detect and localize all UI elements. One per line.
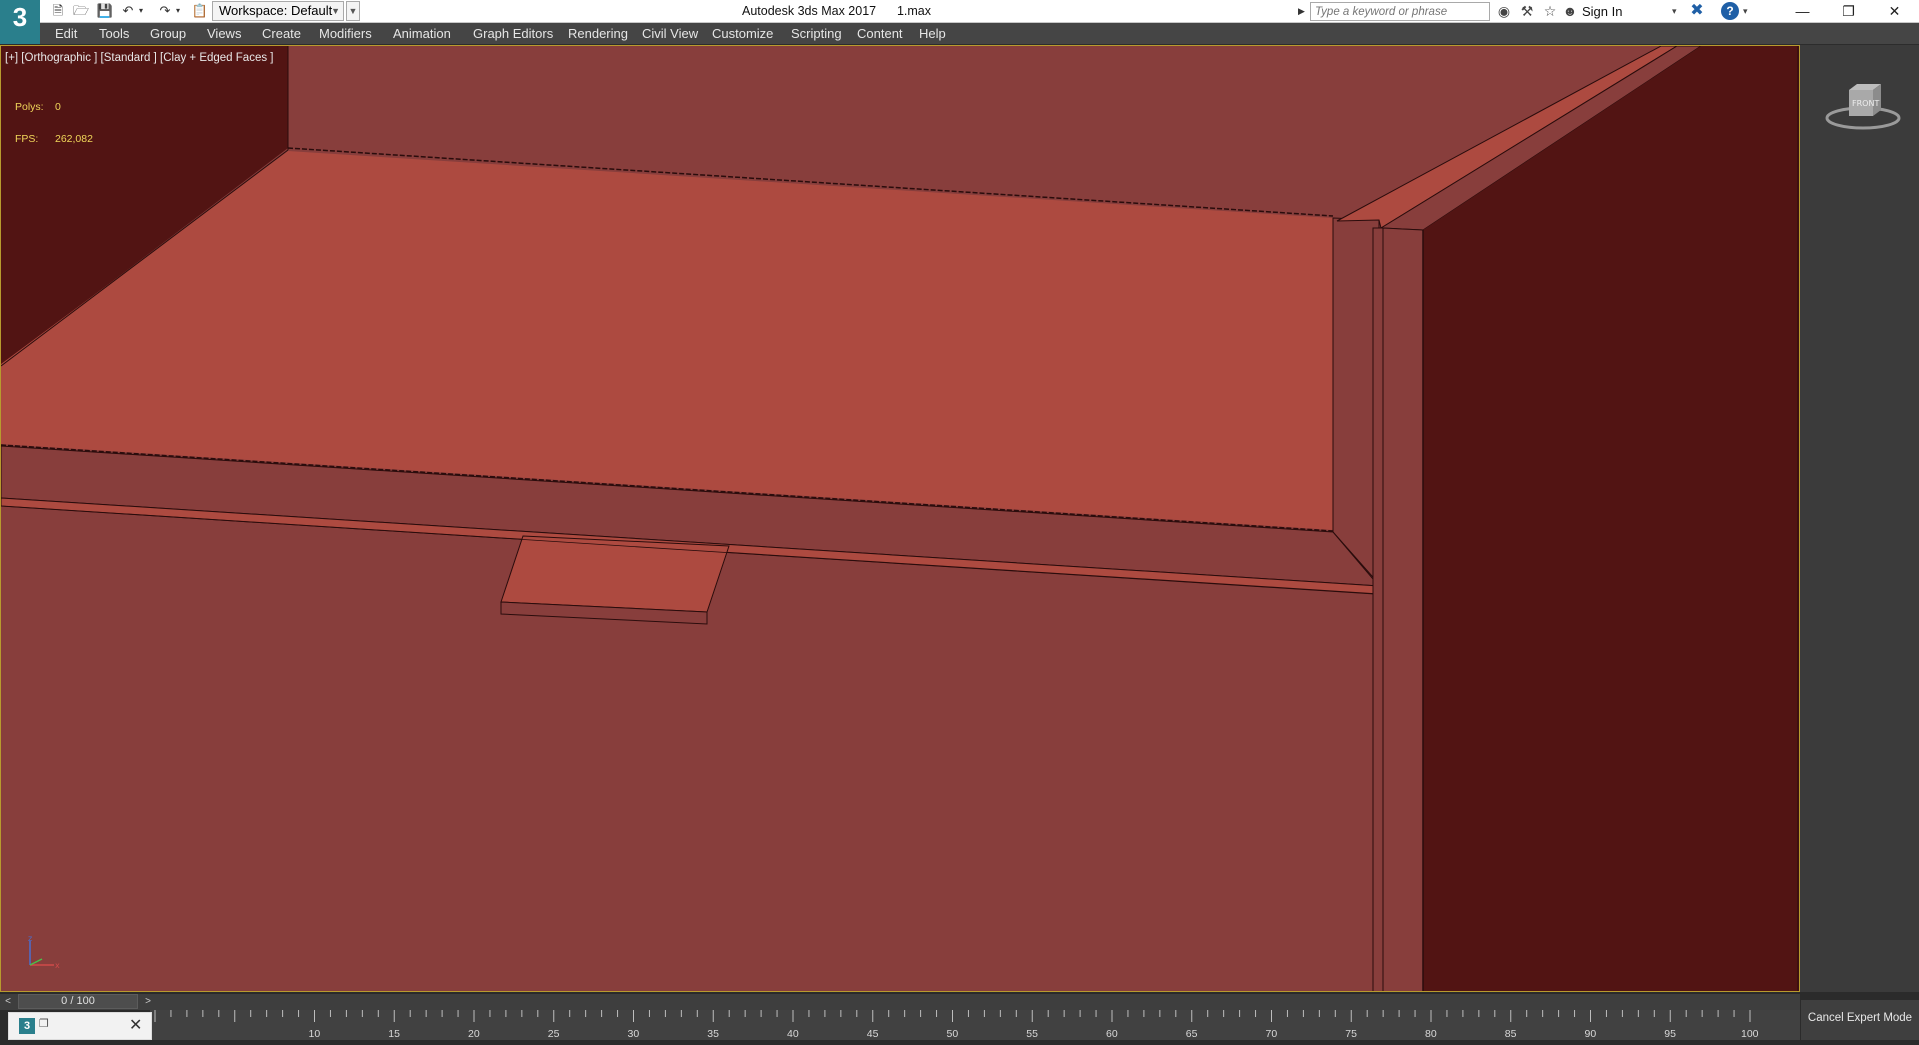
viewcube-icon[interactable]: FRONT <box>1825 78 1901 134</box>
restore-icon[interactable]: ❐ <box>39 1017 49 1030</box>
menu-rendering[interactable]: Rendering <box>568 23 628 45</box>
user-icon: ☻ <box>1562 3 1578 19</box>
timeline-tick-label: 50 <box>946 1028 959 1040</box>
chevron-down-icon[interactable]: ▾ <box>1672 0 1677 23</box>
tools-icon[interactable]: ⚒ <box>1517 2 1537 20</box>
menu-scripting[interactable]: Scripting <box>791 23 842 45</box>
menu-animation[interactable]: Animation <box>393 23 451 45</box>
timeline-tick-label: 20 <box>468 1028 480 1040</box>
time-slider-frame-label[interactable]: 0 / 100 <box>18 994 138 1009</box>
time-slider-prev-icon[interactable]: < <box>2 994 14 1009</box>
perspective-viewport[interactable] <box>0 45 1800 992</box>
new-file-icon[interactable]: 🗎 <box>48 2 68 20</box>
menu-content[interactable]: Content <box>857 23 903 45</box>
minimize-icon[interactable]: — <box>1780 0 1825 23</box>
timeline-tick-label: 10 <box>308 1028 321 1040</box>
close-icon[interactable]: ✕ <box>1872 0 1917 23</box>
menu-group[interactable]: Group <box>150 23 186 45</box>
timeline-tick-label: 65 <box>1185 1028 1198 1040</box>
menu-edit[interactable]: Edit <box>55 23 77 45</box>
timeline-tick-label: 55 <box>1026 1028 1038 1040</box>
restore-icon[interactable]: ❐ <box>1826 0 1871 23</box>
viewport-label[interactable]: [+] [Orthographic ] [Standard ] [Clay + … <box>5 52 273 64</box>
time-slider[interactable] <box>0 993 1800 1010</box>
timeline-tick-label: 25 <box>547 1028 560 1040</box>
axis-tripod-icon: z x <box>28 935 60 970</box>
menu-help[interactable]: Help <box>919 23 946 45</box>
menu-bar: Edit Tools Group Views Create Modifiers … <box>0 23 1919 45</box>
workspace-label: Workspace: Default <box>219 3 333 18</box>
menu-tools[interactable]: Tools <box>99 23 129 45</box>
menu-modifiers[interactable]: Modifiers <box>319 23 372 45</box>
timeline-tick-label: 80 <box>1425 1028 1437 1040</box>
project-folder-icon[interactable]: 📋 <box>190 2 210 20</box>
timeline-tick-label: 90 <box>1584 1028 1597 1040</box>
window-title: Autodesk 3ds Max 2017 1.max <box>742 4 931 18</box>
polys-label: Polys: <box>15 101 44 113</box>
svg-text:z: z <box>28 935 32 943</box>
timeline-tick-label: 75 <box>1345 1028 1357 1040</box>
scene-geometry <box>1 46 1799 991</box>
search-input[interactable] <box>1310 2 1490 21</box>
close-icon[interactable]: ✕ <box>129 1015 142 1035</box>
timeline-tick-label: 95 <box>1664 1028 1676 1040</box>
vertical-post <box>1372 227 1384 991</box>
menu-graph-editors[interactable]: Graph Editors <box>473 23 553 45</box>
taskbar-thumbnail[interactable]: 3 ❐ ✕ <box>8 1012 152 1040</box>
quick-access-customize-icon[interactable]: ▼ <box>346 1 360 21</box>
viewcube-face-label: FRONT <box>1852 99 1879 108</box>
search-expand-icon[interactable]: ▶ <box>1298 3 1308 19</box>
binoculars-icon[interactable]: ◉ <box>1494 2 1514 20</box>
3ds-max-logo-icon[interactable]: 3 <box>0 0 40 44</box>
save-icon[interactable]: 💾 <box>95 2 115 20</box>
menu-customize[interactable]: Customize <box>712 23 773 45</box>
help-icon[interactable]: ? <box>1721 2 1739 20</box>
redo-dropdown-icon[interactable]: ▾ <box>173 2 183 20</box>
chevron-down-icon: ▼ <box>331 6 340 16</box>
workspace-dropdown[interactable]: Workspace: Default ▼ <box>212 1 344 21</box>
cancel-expert-mode-button[interactable]: Cancel Expert Mode <box>1800 1000 1919 1040</box>
timeline-tick-label: 100 <box>1741 1028 1759 1040</box>
fps-value: 262,082 <box>55 133 93 145</box>
timeline-tick-label: 15 <box>388 1028 400 1040</box>
fps-label: FPS: <box>15 133 39 145</box>
undo-dropdown-icon[interactable]: ▾ <box>136 2 146 20</box>
drawer-handle <box>500 535 730 613</box>
chevron-down-icon[interactable]: ▾ <box>1743 0 1748 23</box>
open-file-icon[interactable]: 🗁 <box>71 2 91 20</box>
timeline-tick-label: 30 <box>627 1028 640 1040</box>
timeline-tick-label: 35 <box>707 1028 719 1040</box>
drawer-side-panel <box>1332 217 1380 586</box>
favorites-star-icon[interactable]: ☆ <box>1540 2 1560 20</box>
polys-value: 0 <box>55 101 61 113</box>
timeline-tick-label: 70 <box>1265 1028 1278 1040</box>
3ds-max-logo-icon: 3 <box>19 1018 35 1034</box>
svg-text:x: x <box>55 961 60 970</box>
undo-icon[interactable]: ↶ <box>118 2 138 20</box>
menu-create[interactable]: Create <box>262 23 301 45</box>
autodesk-exchange-icon[interactable]: ✖ <box>1687 2 1707 20</box>
timeline-tick-label: 85 <box>1504 1028 1517 1040</box>
timeline-tick-label: 60 <box>1106 1028 1118 1040</box>
redo-icon[interactable]: ↷ <box>155 2 175 20</box>
time-slider-next-icon[interactable]: > <box>142 994 154 1009</box>
sign-in-button[interactable]: Sign In <box>1582 0 1622 23</box>
menu-civil-view[interactable]: Civil View <box>642 23 698 45</box>
command-panel-area <box>1800 45 1919 992</box>
timeline-tick-label: 45 <box>866 1028 879 1040</box>
menu-views[interactable]: Views <box>207 23 241 45</box>
timeline-tick-label: 40 <box>787 1028 799 1040</box>
